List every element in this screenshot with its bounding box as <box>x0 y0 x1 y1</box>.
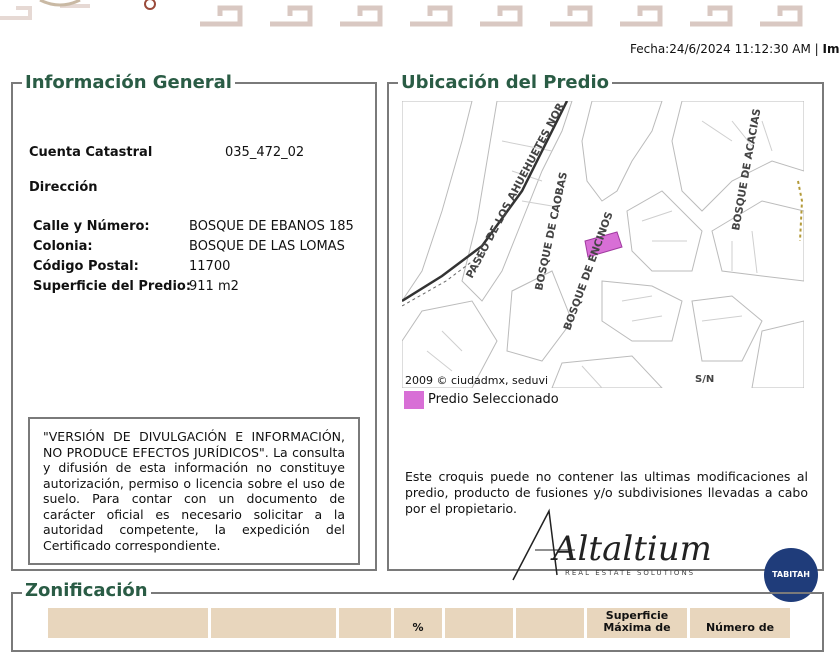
greca-pattern <box>0 0 803 27</box>
zonificacion-title: Zonificación <box>22 580 151 601</box>
altaltium-logo-icon: Altaltium REAL ESTATE SOLUTIONS <box>512 508 712 581</box>
altaltium-watermark: Altaltium REAL ESTATE SOLUTIONS <box>505 505 760 585</box>
zon-header-7: Superficie Máxima de <box>587 608 687 638</box>
zon-header-8: Número de <box>690 608 790 638</box>
tabitah-badge-text: TABITAH <box>772 570 810 579</box>
location-title: Ubicación del Predio <box>398 72 613 93</box>
zon-header-5 <box>445 608 513 638</box>
street-map: PASEO DE LOS AHUEHUETES NOR BOSQUE DE CA… <box>402 101 804 388</box>
zon-header-6 <box>516 608 584 638</box>
general-info-title: Información General <box>22 72 235 93</box>
seal-icon <box>144 0 156 10</box>
map-label-sn: S/N <box>695 374 714 385</box>
watermark-tagline: REAL ESTATE SOLUTIONS <box>565 569 695 577</box>
print-link[interactable]: Imp <box>823 42 840 56</box>
cuenta-value: 035_472_02 <box>225 145 305 160</box>
superficie-value: 911 m2 <box>189 279 239 294</box>
legend-swatch <box>404 391 424 409</box>
zon-header-4: % <box>394 608 442 638</box>
cp-value: 11700 <box>189 259 231 274</box>
superficie-label: Superficie del Predio: <box>33 279 192 294</box>
date-line: Fecha:24/6/2024 11:12:30 AM | Imp <box>630 42 840 56</box>
cuenta-label: Cuenta Catastral <box>29 145 153 160</box>
zon-header-3 <box>339 608 391 638</box>
direccion-label: Dirección <box>29 180 98 195</box>
calle-value: BOSQUE DE EBANOS 185 <box>189 219 354 234</box>
legend-label: Predio Seleccionado <box>428 392 559 407</box>
watermark-brand: Altaltium <box>550 529 712 569</box>
colonia-value: BOSQUE DE LAS LOMAS <box>189 239 345 254</box>
disclaimer-text: "VERSIÓN DE DIVULGACIÓN E INFORMACIÓN, N… <box>43 429 345 553</box>
map-credit: 2009 © ciudadmx, seduvi <box>405 374 549 387</box>
location-map[interactable]: PASEO DE LOS AHUEHUETES NOR BOSQUE DE CA… <box>402 101 804 388</box>
top-banner <box>0 0 840 30</box>
zon-header-1 <box>48 608 208 638</box>
separator: | <box>814 42 819 56</box>
calle-label: Calle y Número: <box>33 219 150 234</box>
cp-label: Código Postal: <box>33 259 139 274</box>
zon-header-2 <box>211 608 336 638</box>
disclaimer-box: "VERSIÓN DE DIVULGACIÓN E INFORMACIÓN, N… <box>28 417 360 565</box>
print-date: Fecha:24/6/2024 11:12:30 AM <box>630 42 811 56</box>
colonia-label: Colonia: <box>33 239 93 254</box>
